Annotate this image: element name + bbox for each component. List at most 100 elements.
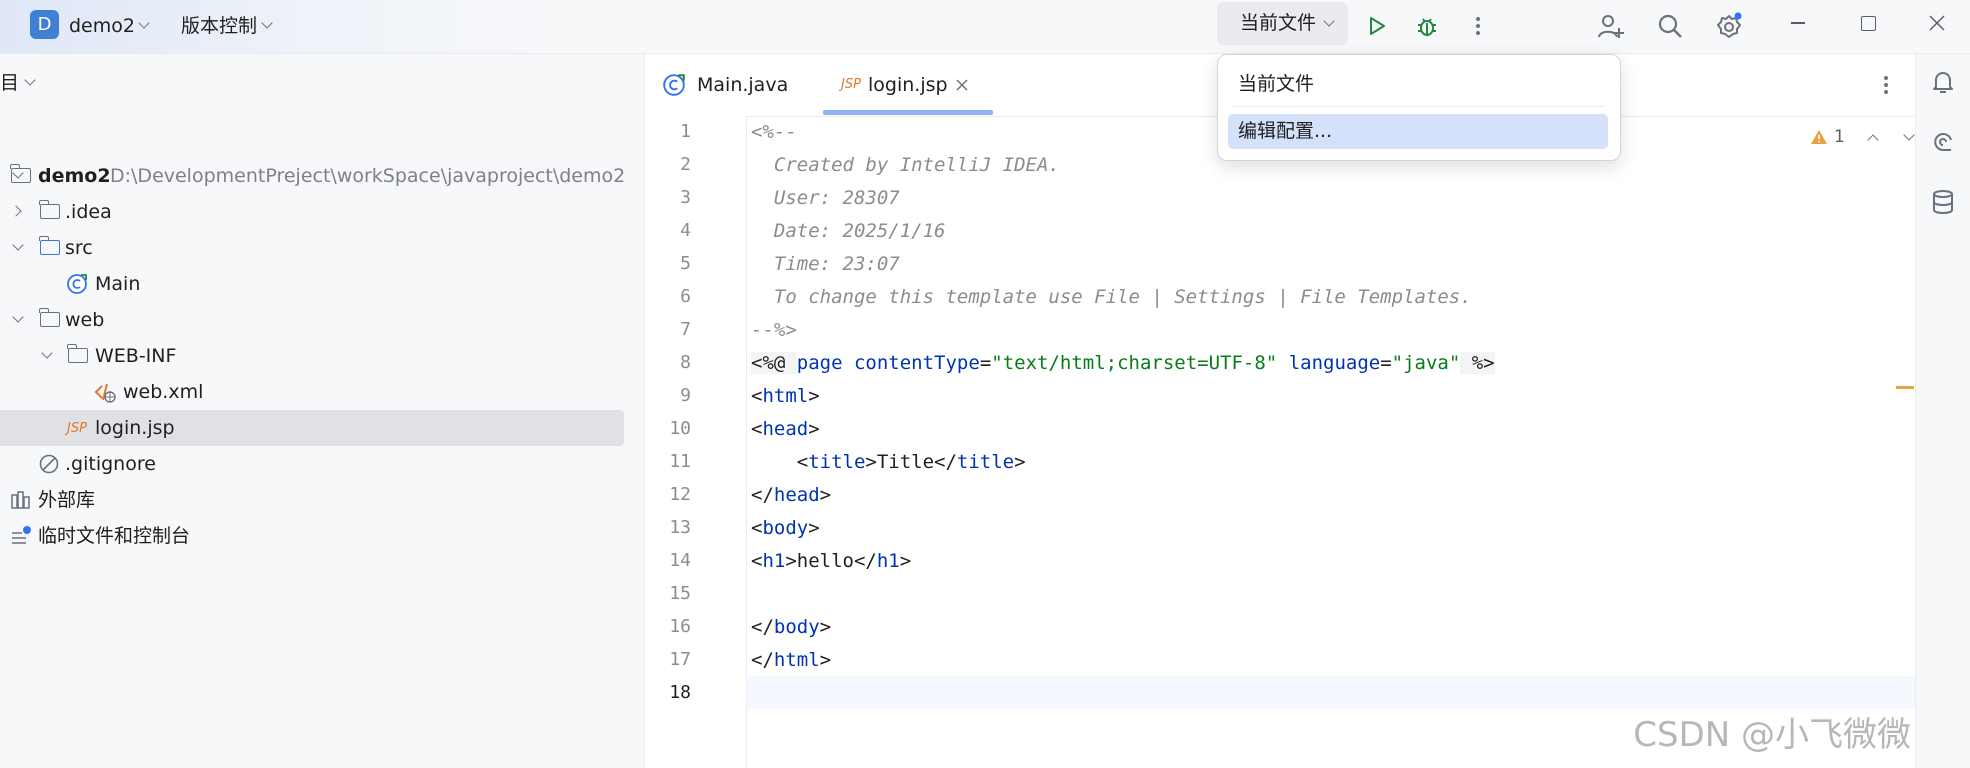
tree-item-scratches[interactable]: 临时文件和控制台 <box>0 518 624 554</box>
active-tab-indicator <box>823 110 993 115</box>
expand-arrow-icon[interactable] <box>12 311 24 323</box>
run-config-selector[interactable]: 当前文件 <box>1217 2 1348 45</box>
code-line-5[interactable]: Time: 23:07 <box>751 248 900 281</box>
project-panel: 目 demo2 D:\DevelopmentPreject\workSpace\… <box>0 54 645 768</box>
ai-assistant-icon[interactable] <box>1929 128 1957 160</box>
xml-file-icon <box>94 383 116 403</box>
project-badge[interactable]: D <box>30 10 59 39</box>
code-editor[interactable]: <%-- Created by IntelliJ IDEA. User: 283… <box>747 116 1915 768</box>
directive-close: %> <box>1460 352 1495 374</box>
debug-icon[interactable] <box>1409 8 1445 44</box>
line-number[interactable]: 3 <box>645 187 691 208</box>
line-number[interactable]: 12 <box>645 484 691 505</box>
project-panel-title[interactable]: 目 <box>0 68 19 95</box>
code-line-12[interactable]: </head> <box>751 479 831 512</box>
add-user-icon[interactable] <box>1593 8 1629 44</box>
line-number[interactable]: 15 <box>645 583 691 604</box>
code-line-16[interactable]: </body> <box>751 611 831 644</box>
line-number[interactable]: 11 <box>645 451 691 472</box>
code-line-6[interactable]: To change this template use File | Setti… <box>751 281 1472 314</box>
library-icon <box>11 491 30 509</box>
tree-item-idea[interactable]: .idea <box>0 194 624 230</box>
notifications-bell-icon[interactable] <box>1929 68 1957 100</box>
code-line-8[interactable]: <%@ page contentType="text/html;charset=… <box>751 347 1495 380</box>
tag-name: html <box>773 649 820 671</box>
tab-label: login.jsp <box>868 74 948 96</box>
tree-item-gitignore[interactable]: .gitignore <box>0 446 624 482</box>
settings-gear-icon[interactable] <box>1711 8 1747 44</box>
tree-item-web-inf[interactable]: WEB-INF <box>0 338 624 374</box>
directive-open: <%@ <box>751 352 797 374</box>
tag-bracket: > <box>808 385 820 407</box>
line-number[interactable]: 7 <box>645 319 691 340</box>
next-highlight-icon[interactable] <box>1903 129 1915 141</box>
java-class-icon <box>663 74 685 96</box>
tag-name: title <box>956 451 1015 473</box>
close-tab-icon[interactable] <box>956 79 968 91</box>
tree-root-label: demo2 <box>38 165 111 187</box>
code-line-11[interactable]: <title>Title</title> <box>751 446 1026 479</box>
line-number[interactable]: 16 <box>645 616 691 637</box>
tag-bracket: > <box>808 517 820 539</box>
attr-name: language <box>1277 352 1381 374</box>
tree-root-path: D:\DevelopmentPreject\workSpace\javaproj… <box>110 165 626 187</box>
tree-item-main[interactable]: Main <box>0 266 624 302</box>
line-number[interactable]: 1 <box>645 121 691 142</box>
module-folder-icon <box>10 164 31 183</box>
chevron-down-icon[interactable] <box>24 74 36 86</box>
folder-icon <box>67 344 88 363</box>
source-folder-icon <box>39 236 60 255</box>
database-icon[interactable] <box>1929 188 1957 220</box>
code-line-1[interactable]: <%-- <box>751 116 797 149</box>
tree-root-demo2[interactable]: demo2 D:\DevelopmentPreject\workSpace\ja… <box>0 158 626 194</box>
line-number[interactable]: 10 <box>645 418 691 439</box>
line-number[interactable]: 17 <box>645 649 691 670</box>
vcs-menu[interactable]: 版本控制 <box>181 0 257 53</box>
line-number[interactable]: 5 <box>645 253 691 274</box>
code-line-7[interactable]: --%> <box>751 314 797 347</box>
line-number[interactable]: 8 <box>645 352 691 373</box>
code-line-2[interactable]: Created by IntelliJ IDEA. <box>751 149 1060 182</box>
run-icon[interactable] <box>1359 8 1395 44</box>
search-icon[interactable] <box>1652 8 1688 44</box>
expand-arrow-icon[interactable] <box>10 205 22 217</box>
maximize-icon[interactable] <box>1833 0 1903 46</box>
previous-highlight-icon[interactable] <box>1867 134 1879 146</box>
line-number[interactable]: 18 <box>645 682 691 703</box>
line-number[interactable]: 4 <box>645 220 691 241</box>
close-window-icon[interactable] <box>1903 0 1970 46</box>
code-line-9[interactable]: <html> <box>751 380 820 413</box>
more-vertical-icon[interactable] <box>1883 74 1889 96</box>
code-line-14[interactable]: <h1>hello</h1> <box>751 545 911 578</box>
project-name[interactable]: demo2 <box>69 0 135 53</box>
line-number[interactable]: 9 <box>645 385 691 406</box>
line-number[interactable]: 6 <box>645 286 691 307</box>
expand-arrow-icon[interactable] <box>12 239 24 251</box>
tree-item-login-jsp[interactable]: JSP login.jsp <box>0 410 624 446</box>
code-line-3[interactable]: User: 28307 <box>751 182 900 215</box>
tree-item-label: Main <box>95 273 141 295</box>
code-line-10[interactable]: <head> <box>751 413 820 446</box>
tag-bracket: > <box>1014 451 1026 473</box>
popup-item-current-file[interactable]: 当前文件 <box>1228 67 1608 102</box>
popup-item-edit-config[interactable]: 编辑配置... <box>1228 114 1608 149</box>
warning-icon <box>1811 130 1827 144</box>
attr-eq: = <box>1380 352 1392 374</box>
tree-item-web-xml[interactable]: web.xml <box>0 374 624 410</box>
line-number[interactable]: 14 <box>645 550 691 571</box>
tag-bracket: > <box>808 418 820 440</box>
more-vertical-icon[interactable] <box>1460 8 1496 44</box>
line-number[interactable]: 13 <box>645 517 691 538</box>
inspection-widget[interactable]: 1 <box>1810 126 1915 148</box>
tree-item-web[interactable]: web <box>0 302 624 338</box>
code-line-17[interactable]: </html> <box>751 644 831 677</box>
tag-name: h1 <box>876 550 900 572</box>
tree-item-external-libraries[interactable]: 外部库 <box>0 482 624 518</box>
code-line-13[interactable]: <body> <box>751 512 820 545</box>
line-number[interactable]: 2 <box>645 154 691 175</box>
error-stripe-marker[interactable] <box>1896 386 1914 389</box>
code-line-4[interactable]: Date: 2025/1/16 <box>751 215 946 248</box>
tree-item-src[interactable]: src <box>0 230 624 266</box>
expand-arrow-icon[interactable] <box>41 347 53 359</box>
minimize-icon[interactable] <box>1763 0 1833 46</box>
